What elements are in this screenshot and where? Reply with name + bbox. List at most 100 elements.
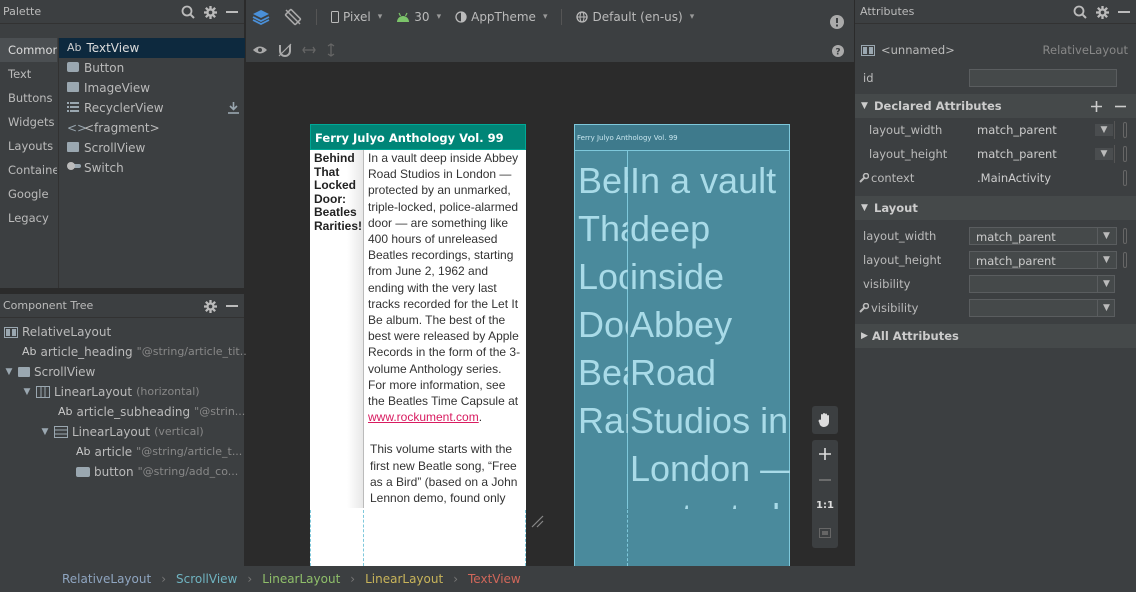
orientation-icon[interactable] — [284, 8, 302, 26]
fit-screen-icon[interactable] — [812, 520, 838, 546]
resource-picker-handle[interactable] — [1123, 146, 1127, 162]
id-input[interactable] — [969, 69, 1117, 87]
locale-dropdown[interactable]: Default (en-us) — [576, 10, 694, 24]
tree-row-relativelayout[interactable]: RelativeLayout — [0, 322, 244, 342]
tree-row-article[interactable]: Ab article "@string/article_t... — [0, 442, 244, 462]
device-label: Pixel — [343, 10, 371, 24]
search-icon[interactable] — [1073, 5, 1087, 19]
declared-attributes-header[interactable]: ▼ Declared Attributes — [855, 94, 1136, 118]
chevron-down-icon[interactable]: ▼ — [1097, 300, 1115, 316]
expand-arrow-icon[interactable]: ▼ — [40, 422, 50, 442]
resource-picker-handle[interactable] — [1123, 228, 1127, 244]
expand-arrow-icon[interactable]: ▼ — [22, 382, 32, 402]
attr-value[interactable]: .MainActivity — [971, 169, 1115, 187]
tree-row-button[interactable]: button "@string/add_co... — [0, 462, 244, 482]
widget-button[interactable]: Button — [59, 58, 245, 78]
design-canvas[interactable]: Ferry Julyo Anthology Vol. 99 Behind Tha… — [246, 62, 854, 572]
help-icon[interactable]: ? — [832, 45, 844, 57]
palette-category[interactable]: Text — [0, 62, 57, 86]
remove-icon[interactable] — [1115, 101, 1126, 112]
attr-name: visibility — [863, 277, 911, 291]
breadcrumb-item[interactable]: LinearLayout — [365, 572, 443, 586]
gear-icon[interactable] — [204, 299, 217, 313]
attr-value[interactable]: match_parent — [969, 227, 1117, 245]
palette-category[interactable]: Widgets — [0, 110, 57, 134]
api-dropdown[interactable]: 30 — [396, 10, 441, 24]
tree-row-linearlayout-v[interactable]: ▼ LinearLayout (vertical) — [0, 422, 244, 442]
palette-category[interactable]: Buttons — [0, 86, 57, 110]
download-icon[interactable] — [228, 102, 239, 114]
palette-category[interactable]: Containers — [0, 158, 57, 182]
palette-category[interactable]: Layouts — [0, 134, 57, 158]
attr-value[interactable]: match_parent — [971, 145, 1115, 163]
widget-imageview[interactable]: ImageView — [59, 78, 245, 98]
vertical-arrows-icon[interactable] — [326, 43, 336, 57]
resize-handle-icon[interactable] — [530, 514, 544, 528]
layers-icon[interactable] — [252, 8, 270, 26]
attr-value[interactable]: match_parent — [969, 251, 1117, 269]
zoom-actual-size-button[interactable]: 1:1 — [812, 492, 838, 520]
breadcrumb-item[interactable]: RelativeLayout — [62, 572, 151, 586]
attr-value[interactable] — [969, 299, 1115, 317]
expand-arrow-icon[interactable]: ▼ — [4, 362, 14, 382]
guide-line — [574, 510, 575, 566]
search-icon[interactable] — [181, 5, 195, 19]
palette-title: Palette — [3, 5, 42, 18]
article-text[interactable]: In a vault deep inside Abbey Road Studio… — [363, 150, 526, 508]
magnet-icon[interactable] — [278, 43, 292, 57]
blueprint-preview[interactable]: Ferry Julyo Anthology Vol. 99 Beh Tha Lo… — [574, 124, 790, 572]
article-link[interactable]: www.rockument.com — [368, 410, 479, 424]
palette-category[interactable]: Legacy — [0, 206, 57, 230]
add-icon[interactable] — [1091, 100, 1102, 112]
widget-label: ScrollView — [84, 141, 146, 155]
chevron-down-icon[interactable]: ▼ — [1095, 124, 1113, 136]
zoom-out-icon[interactable] — [812, 468, 838, 492]
chevron-down-icon[interactable]: ▼ — [1097, 228, 1115, 244]
palette-category[interactable]: Google — [0, 182, 57, 206]
layout-icon — [861, 44, 875, 56]
tree-row-article-heading[interactable]: Ab article_heading "@string/article_tit.… — [0, 342, 250, 362]
ab-icon: Ab — [22, 345, 37, 358]
tree-row-scrollview[interactable]: ▼ ScrollView — [0, 362, 244, 382]
article-heading[interactable]: Ferry Julyo Anthology Vol. 99 — [310, 124, 526, 150]
zoom-in-icon[interactable] — [812, 440, 838, 468]
chevron-down-icon[interactable]: ▼ — [1097, 276, 1115, 292]
widget-textview[interactable]: Ab TextView — [59, 38, 245, 58]
component-name: <unnamed> — [881, 43, 955, 57]
attr-value[interactable]: match_parent — [971, 121, 1115, 139]
widget-switch[interactable]: Switch — [59, 158, 245, 178]
resource-picker-handle[interactable] — [1123, 122, 1127, 138]
gear-icon[interactable] — [1096, 5, 1109, 19]
chevron-down-icon[interactable]: ▼ — [1095, 148, 1113, 160]
pan-button[interactable] — [812, 406, 838, 434]
attr-value[interactable] — [969, 275, 1115, 293]
theme-dropdown[interactable]: AppTheme — [455, 10, 547, 24]
tree-row-linearlayout-h[interactable]: ▼ LinearLayout (horizontal) — [0, 382, 244, 402]
widget-scrollview[interactable]: ScrollView — [59, 138, 245, 158]
breadcrumb-item[interactable]: LinearLayout — [262, 572, 340, 586]
device-dropdown[interactable]: Pixel — [331, 10, 382, 24]
resource-picker-handle[interactable] — [1123, 252, 1127, 268]
widget-recyclerview[interactable]: RecyclerView — [59, 98, 245, 118]
vertical-layout-icon — [54, 426, 68, 438]
eye-icon[interactable] — [252, 43, 268, 57]
palette-panel: Palette Common Text Buttons Widgets Layo… — [0, 0, 245, 288]
article-subheading[interactable]: Behind That Locked Door: Beatles Raritie… — [310, 150, 363, 508]
chevron-down-icon[interactable]: ▼ — [1097, 252, 1115, 268]
horizontal-arrows-icon[interactable] — [302, 45, 316, 55]
widget-label: Button — [84, 61, 125, 75]
breadcrumb-item[interactable]: TextView — [468, 572, 521, 586]
gear-icon[interactable] — [204, 5, 217, 19]
layout-section-header[interactable]: ▼ Layout — [855, 196, 1136, 220]
palette-category[interactable]: Common — [0, 38, 57, 62]
warning-icon[interactable] — [830, 15, 844, 29]
minimize-icon[interactable] — [226, 6, 238, 18]
design-preview[interactable]: Ferry Julyo Anthology Vol. 99 Behind Tha… — [310, 124, 526, 572]
breadcrumb-item[interactable]: ScrollView — [176, 572, 237, 586]
minimize-icon[interactable] — [226, 300, 238, 312]
resource-picker-handle[interactable] — [1123, 170, 1127, 186]
widget-fragment[interactable]: <> <fragment> — [59, 118, 245, 138]
tree-row-article-subheading[interactable]: Ab article_subheading "@strin... — [0, 402, 245, 422]
minimize-icon[interactable] — [1118, 6, 1130, 18]
all-attributes-header[interactable]: ▶ All Attributes — [855, 324, 1136, 348]
